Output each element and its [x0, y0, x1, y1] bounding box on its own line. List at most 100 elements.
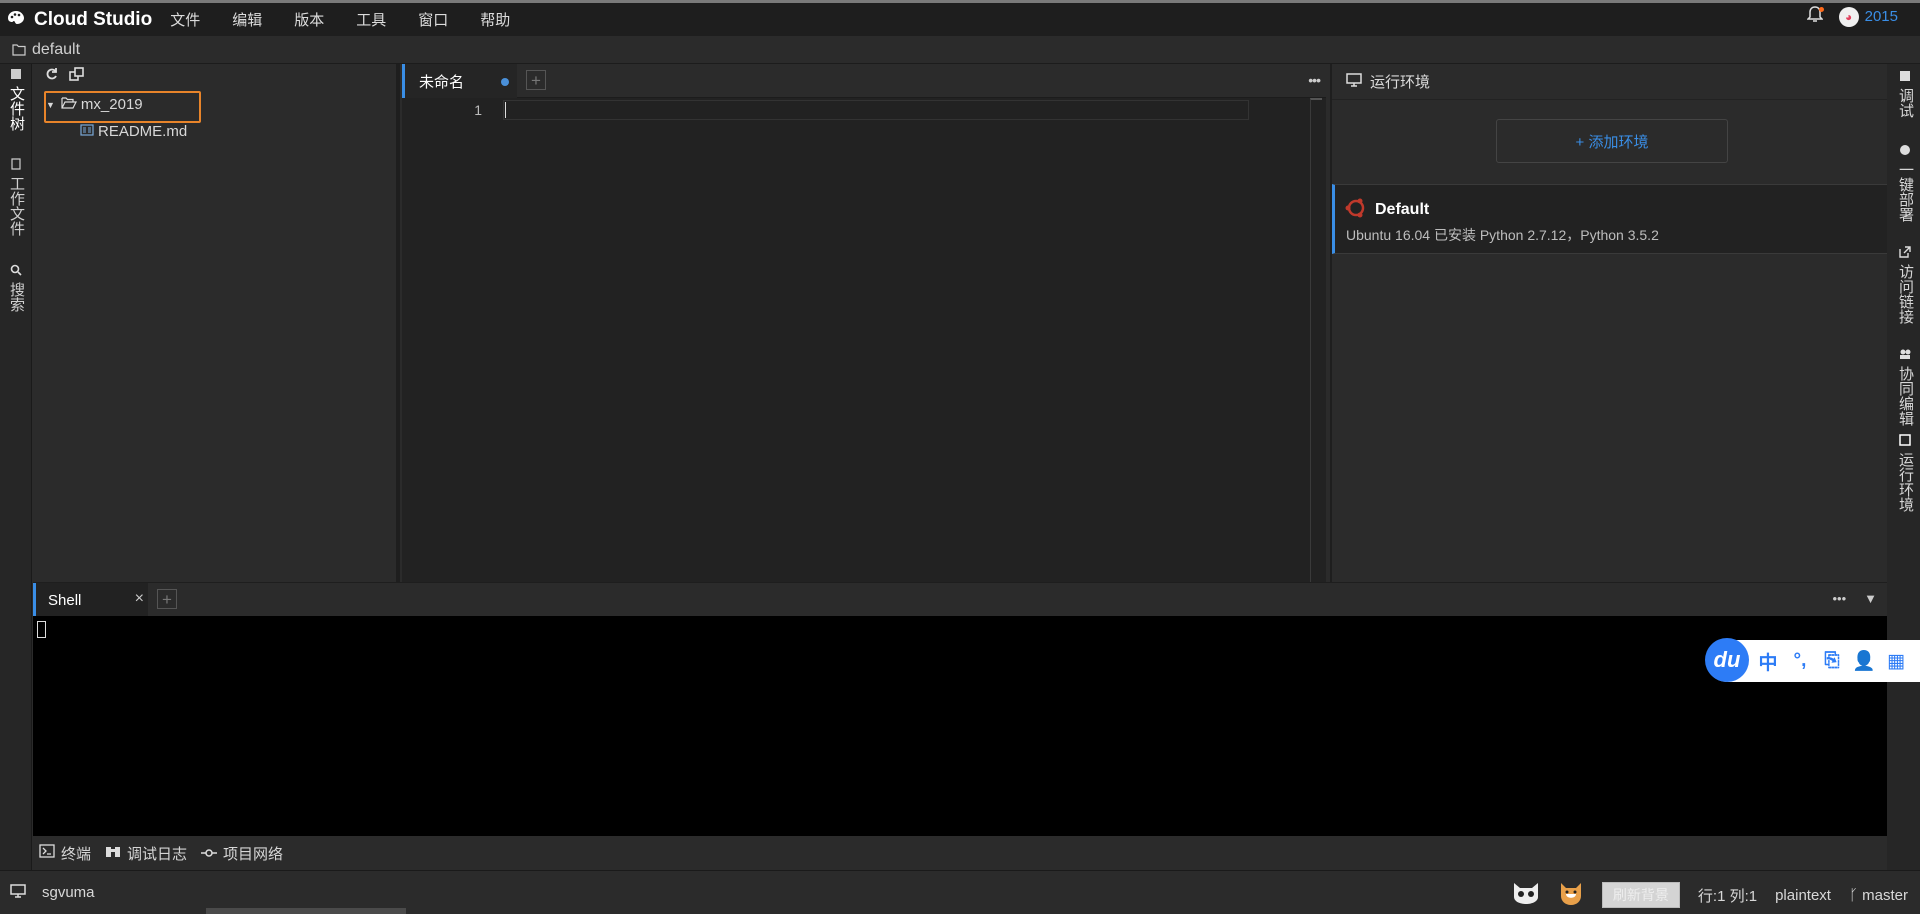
tab-debug[interactable]: 调试 — [1895, 70, 1916, 118]
menu-window[interactable]: 窗口 — [418, 9, 448, 30]
ime-chinese-toggle[interactable]: 中 — [1755, 648, 1781, 675]
user-name: 2015 — [1864, 8, 1898, 25]
env-card[interactable]: Default Ubuntu 16.04 已安装 Python 2.7.12，P… — [1332, 184, 1887, 254]
horizontal-scrollbar[interactable] — [206, 908, 406, 914]
main-menu: 文件 编辑 版本 工具 窗口 帮助 — [170, 9, 542, 30]
file-tree-panel — [33, 64, 400, 582]
terminal-controls: ••• ▼ — [1832, 591, 1877, 606]
terminal-more-icon[interactable]: ••• — [1832, 591, 1846, 606]
project-name[interactable]: default — [32, 41, 80, 59]
right-rail: 调试 一键部署 访问链接 协同编辑 运行环境 — [1887, 64, 1920, 870]
refresh-background-button[interactable]: 刷新背景 — [1601, 882, 1680, 908]
terminal-tab-shell[interactable]: Shell × — [33, 583, 148, 617]
text-caret[interactable] — [505, 102, 506, 118]
tab-collab-label: 协同编辑 — [1897, 366, 1914, 426]
ime-punctuation-toggle[interactable]: °, — [1787, 650, 1813, 672]
app-brand[interactable]: Cloud Studio — [8, 9, 152, 31]
dog-icon[interactable] — [1558, 880, 1584, 910]
tab-deploy-label: 一键部署 — [1897, 162, 1914, 222]
tab-access-link-label: 访问链接 — [1897, 264, 1914, 324]
tab-access-link[interactable]: 访问链接 — [1895, 246, 1916, 324]
branch-icon: ᚴ — [1848, 886, 1858, 904]
close-icon[interactable]: × — [135, 590, 144, 608]
collapse-all-icon[interactable] — [69, 67, 85, 85]
tab-file-tree[interactable]: 文件树 — [6, 68, 27, 131]
language-mode[interactable]: plaintext — [1775, 887, 1831, 904]
tab-debug-log-label: 调试日志 — [127, 845, 188, 863]
menu-help[interactable]: 帮助 — [480, 9, 510, 30]
run-env-header: 运行环境 — [1332, 64, 1887, 100]
tab-project-network[interactable]: 项目网络 — [201, 843, 283, 864]
terminal-area[interactable] — [33, 616, 1887, 836]
menu-bar: Cloud Studio 文件 编辑 版本 工具 窗口 帮助 ◕ 2015 — [0, 0, 1920, 36]
tab-run-env-label: 运行环境 — [1897, 452, 1914, 512]
tab-file-tree-label: 文件树 — [8, 86, 25, 131]
run-env-panel: 运行环境 + 添加环境 Default Ubuntu 16.04 已安装 Pyt… — [1330, 64, 1887, 582]
highlight-box — [44, 91, 201, 123]
tree-file-row[interactable]: README.md — [80, 123, 187, 140]
editor-panel: 未命名 + ••• 1 — [402, 64, 1326, 582]
ime-grid-icon[interactable]: ▦ — [1883, 650, 1909, 673]
file-tree-icon — [8, 68, 25, 80]
add-env-button[interactable]: + 添加环境 — [1496, 119, 1728, 163]
tab-terminal[interactable]: 终端 — [39, 843, 91, 864]
tab-search-label: 搜索 — [8, 282, 25, 312]
status-right: 刷新背景 行:1 列:1 plaintext ᚴ master — [1512, 880, 1908, 910]
tab-working-files-label: 工作文件 — [8, 176, 25, 236]
app-name: Cloud Studio — [34, 8, 153, 30]
branch-name: master — [1862, 886, 1908, 904]
user-menu[interactable]: ◕ 2015 — [1838, 6, 1898, 27]
editor-tab-untitled[interactable]: 未命名 — [402, 64, 517, 98]
book-icon — [8, 158, 25, 170]
tab-debug-label: 调试 — [1897, 88, 1914, 118]
chevron-down-icon[interactable]: ▼ — [1864, 591, 1877, 606]
status-left: sgvuma — [10, 883, 95, 902]
tab-search[interactable]: 搜索 — [6, 264, 27, 312]
ime-toolbar: du 中 °, ⎘ 👤 ▦ — [1705, 638, 1920, 682]
external-link-icon — [1897, 246, 1914, 258]
terminal-tab-label: Shell — [48, 591, 82, 609]
menu-tools[interactable]: 工具 — [356, 9, 386, 30]
tree-file-label: README.md — [98, 123, 188, 140]
ubuntu-icon — [1345, 197, 1367, 223]
tab-collab[interactable]: 协同编辑 — [1895, 348, 1916, 426]
markdown-file-icon — [80, 123, 94, 140]
notification-bell-icon[interactable] — [1805, 6, 1824, 27]
tab-project-network-label: 项目网络 — [223, 845, 284, 863]
env-description: Ubuntu 16.04 已安装 Python 2.7.12，Python 3.… — [1346, 227, 1659, 243]
monitor-icon — [1346, 72, 1362, 91]
ime-user-icon[interactable]: 👤 — [1851, 649, 1877, 673]
env-name: Default — [1375, 201, 1430, 218]
baidu-ime-logo[interactable]: du — [1705, 638, 1749, 682]
menu-file[interactable]: 文件 — [170, 9, 200, 30]
refresh-icon[interactable] — [45, 67, 59, 85]
editor-tab-bar: 未命名 + ••• — [402, 64, 1326, 98]
new-terminal-button[interactable]: + — [157, 589, 177, 609]
globe-icon — [1897, 144, 1914, 156]
bottom-panel-tabs: 终端 调试日志 项目网络 — [33, 836, 1887, 870]
tab-debug-log[interactable]: 调试日志 — [105, 843, 187, 864]
monitor-icon — [10, 883, 26, 902]
cat-icon[interactable] — [1512, 881, 1540, 909]
ime-clipboard-icon[interactable]: ⎘ — [1819, 650, 1845, 672]
tab-deploy[interactable]: 一键部署 — [1895, 144, 1916, 222]
unsaved-dot — [501, 78, 509, 86]
terminal-cursor — [37, 621, 46, 638]
editor-more-icon[interactable]: ••• — [1308, 72, 1321, 88]
network-icon — [201, 845, 218, 862]
users-icon — [1897, 348, 1914, 360]
debug-icon — [1897, 70, 1914, 82]
left-rail: 文件树 工作文件 搜索 — [0, 64, 32, 870]
run-env-title: 运行环境 — [1370, 74, 1431, 91]
menu-edit[interactable]: 编辑 — [232, 9, 262, 30]
tab-working-files[interactable]: 工作文件 — [6, 158, 27, 236]
cursor-position[interactable]: 行:1 列:1 — [1698, 885, 1757, 906]
notification-dot — [1818, 7, 1824, 12]
tab-run-env[interactable]: 运行环境 — [1895, 434, 1916, 512]
editor-scrollbar[interactable] — [1310, 98, 1322, 582]
git-branch[interactable]: ᚴ master — [1849, 887, 1908, 904]
menu-version[interactable]: 版本 — [294, 9, 324, 30]
project-bar: default — [0, 36, 1920, 64]
workspace-name[interactable]: sgvuma — [42, 884, 95, 901]
new-tab-button[interactable]: + — [526, 70, 546, 90]
